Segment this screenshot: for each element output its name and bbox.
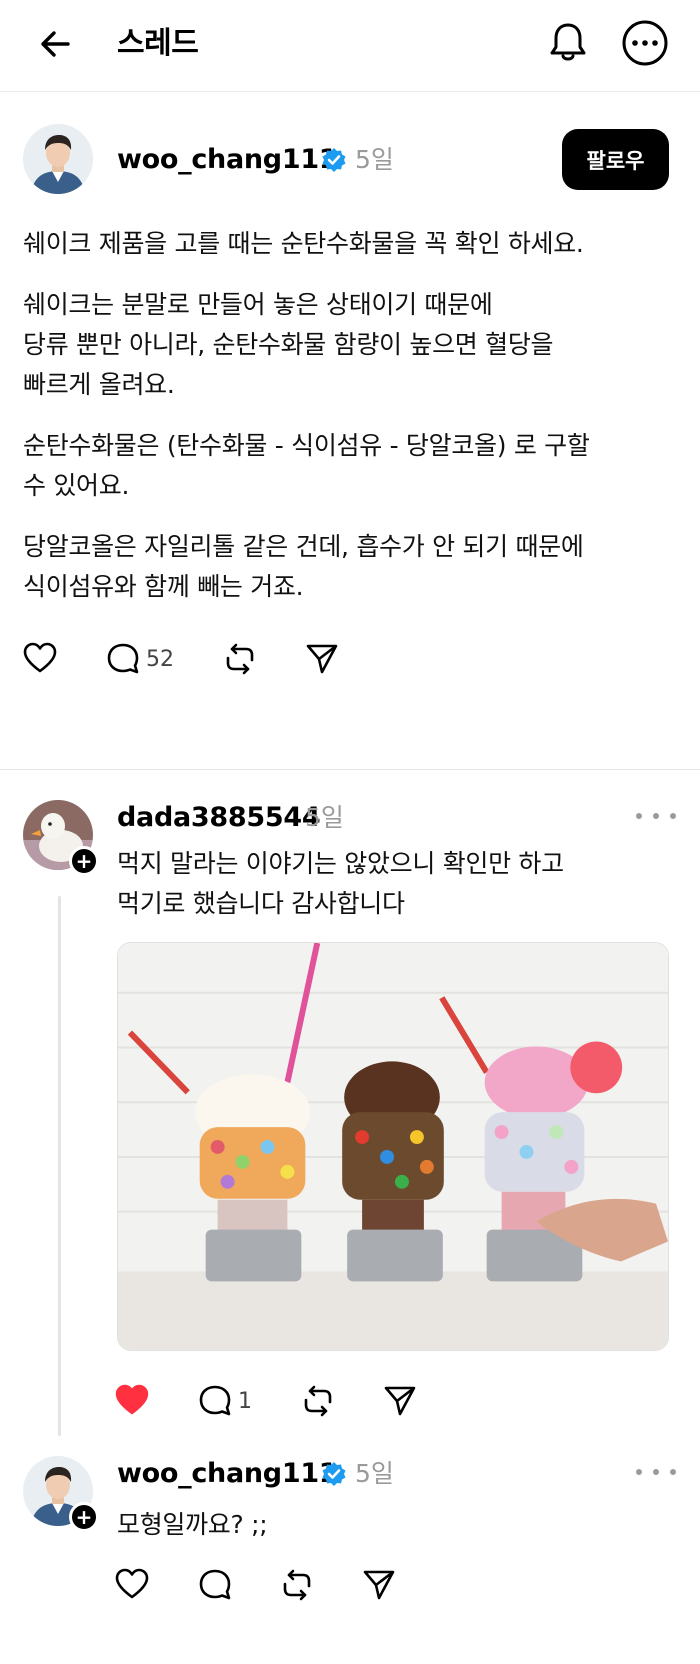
- like-button[interactable]: [23, 642, 57, 674]
- avatar[interactable]: [23, 124, 93, 194]
- repost-icon: [283, 1569, 311, 1601]
- reply2-like-button[interactable]: [115, 1568, 149, 1600]
- notifications-button[interactable]: [544, 18, 592, 66]
- follow-button[interactable]: 팔로우: [562, 129, 669, 190]
- reply2-time: 5일: [355, 1459, 394, 1488]
- reply1-reply-count: 1: [238, 1388, 252, 1414]
- reply1-time: 5일: [305, 803, 344, 832]
- section-divider: [0, 769, 700, 770]
- more-dot-icon: [636, 1469, 642, 1475]
- reply1-username[interactable]: dada3885544: [117, 800, 321, 836]
- reply1-like-button[interactable]: [115, 1384, 149, 1416]
- share-button[interactable]: [305, 642, 339, 676]
- repost-button[interactable]: [223, 642, 257, 676]
- comment-icon: [107, 643, 139, 674]
- send-icon: [363, 1570, 395, 1600]
- arrow-left-icon: [41, 31, 70, 57]
- back-button[interactable]: [34, 22, 78, 66]
- more-dot-icon: [636, 813, 642, 819]
- reply1-text: 먹지 말라는 이야기는 않았으니 확인만 하고 먹기로 했습니다 감사합니다: [117, 849, 564, 918]
- reply1-photo[interactable]: [117, 942, 669, 1351]
- reply2-repost-button[interactable]: [280, 1568, 314, 1602]
- reply2-username[interactable]: woo_chang111: [117, 1456, 338, 1492]
- profile-photo: [23, 124, 93, 194]
- reply-count: 52: [146, 646, 174, 672]
- more-options-button[interactable]: [620, 18, 670, 68]
- post-body: 쉐이크 제품을 고를 때는 순탄수화물을 꼭 확인 하세요. 쉐이크는 분말로 …: [23, 224, 683, 628]
- post-paragraph-4: 당알코올은 자일리톨 같은 건데, 흡수가 안 되기 때문에 식이섬유와 함께 …: [23, 532, 584, 601]
- more-dot-icon: [653, 813, 659, 819]
- comment-icon: [199, 1569, 231, 1600]
- more-dot-icon: [670, 1469, 676, 1475]
- comment-icon: [199, 1385, 231, 1416]
- verified-badge-icon: [322, 1462, 346, 1486]
- post-time: 5일: [355, 145, 394, 174]
- reply-button[interactable]: 52: [106, 642, 174, 676]
- heart-icon: [23, 642, 57, 673]
- bell-icon: [550, 23, 586, 61]
- heart-filled-icon: [115, 1384, 149, 1415]
- reply1-share-button[interactable]: [383, 1384, 417, 1418]
- page-title: 스레드: [117, 26, 199, 61]
- reply1-repost-button[interactable]: [301, 1384, 335, 1418]
- more-dot-icon: [670, 813, 676, 819]
- reply2-more-button[interactable]: [636, 1462, 676, 1482]
- follow-plus-badge[interactable]: +: [69, 1502, 99, 1532]
- reply1-reply-button[interactable]: 1: [198, 1384, 252, 1418]
- post-username[interactable]: woo_chang111: [117, 142, 338, 178]
- repost-icon: [304, 1385, 332, 1417]
- top-bar: 스레드: [0, 0, 700, 92]
- reply2-text: 모형일까요? ;;: [117, 1510, 268, 1539]
- thread-line: [58, 896, 61, 1436]
- follow-plus-badge[interactable]: +: [69, 846, 99, 876]
- more-dot-icon: [653, 1469, 659, 1475]
- send-icon: [384, 1386, 416, 1416]
- reply2-reply-button[interactable]: [198, 1568, 232, 1602]
- post-paragraph-3: 순탄수화물은 (탄수화물 - 식이섬유 - 당알코올) 로 구할 수 있어요.: [23, 431, 590, 500]
- reply2-share-button[interactable]: [362, 1568, 396, 1602]
- more-circle-icon: [622, 20, 668, 66]
- repost-icon: [226, 643, 254, 675]
- reply1-more-button[interactable]: [636, 806, 676, 826]
- milkshakes-image: [118, 943, 668, 1350]
- post-paragraph-1: 쉐이크 제품을 고를 때는 순탄수화물을 꼭 확인 하세요.: [23, 229, 584, 258]
- heart-icon: [115, 1568, 149, 1599]
- send-icon: [306, 644, 338, 674]
- verified-badge-icon: [322, 148, 346, 172]
- post-paragraph-2: 쉐이크는 분말로 만들어 놓은 상태이기 때문에 당류 뿐만 아니라, 순탄수화…: [23, 290, 554, 399]
